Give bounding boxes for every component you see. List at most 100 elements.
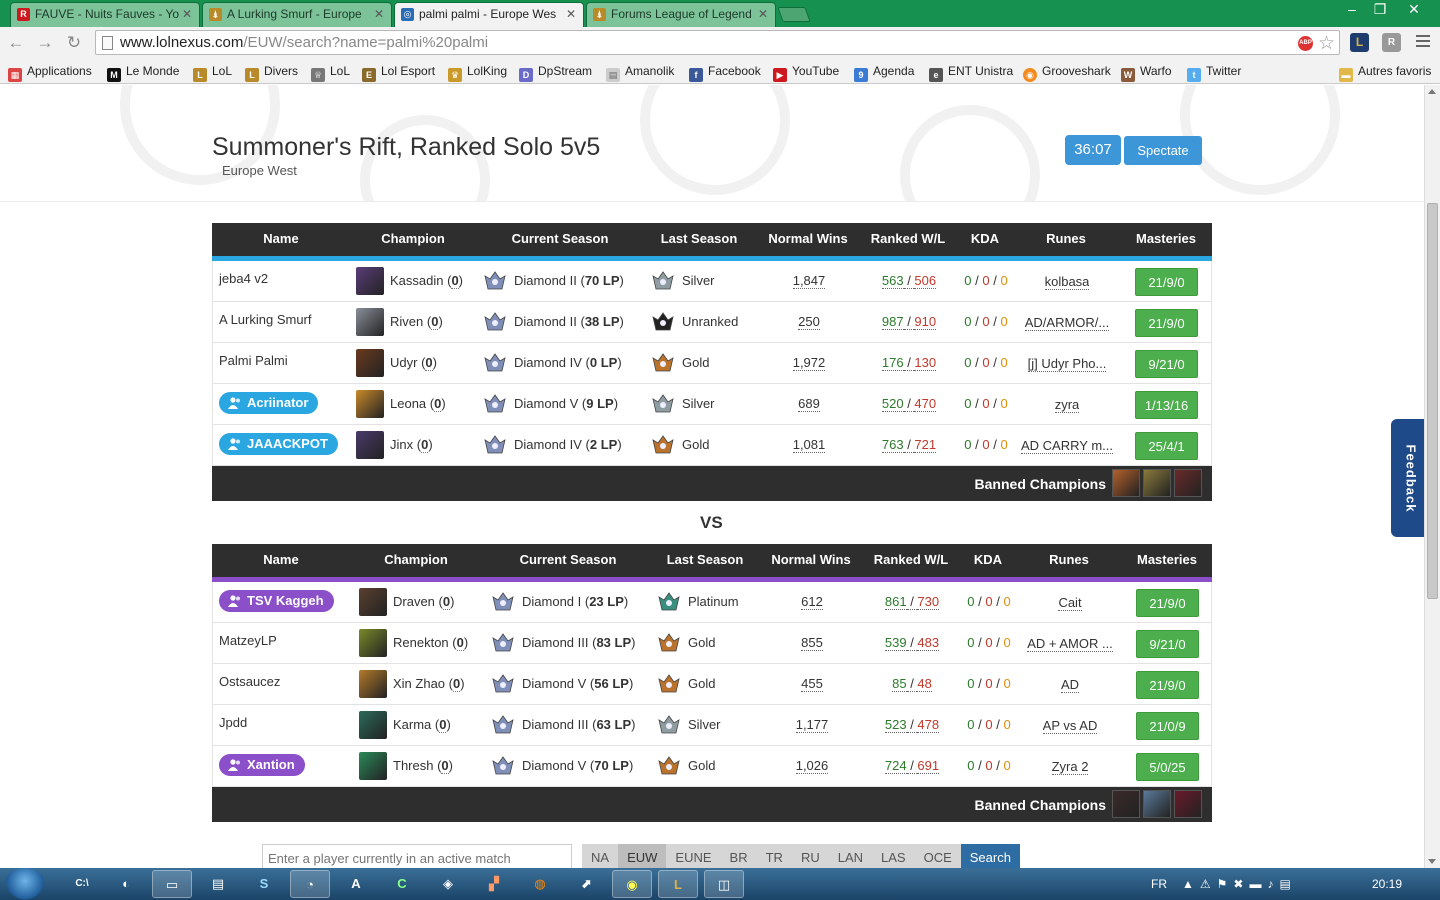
- player-name-badge[interactable]: Acriinator: [219, 392, 319, 414]
- rune-page-name[interactable]: Cait: [1058, 595, 1082, 611]
- bookmark-lolking[interactable]: ♛ LolKing: [448, 62, 507, 82]
- rune-page-name[interactable]: AD/ARMOR/...: [1024, 315, 1110, 331]
- champion-name[interactable]: Kassadin (0): [390, 261, 463, 301]
- region-button-euw[interactable]: EUW: [618, 844, 667, 868]
- paint-icon[interactable]: ▞: [474, 870, 514, 898]
- masteries-button[interactable]: 21/9/0: [1136, 671, 1199, 699]
- player-name-badge[interactable]: TSV Kaggeh: [219, 590, 334, 612]
- app-window-icon[interactable]: ◫: [704, 870, 744, 898]
- masteries-button[interactable]: 21/0/9: [1136, 712, 1199, 740]
- rune-page-name[interactable]: AP vs AD: [1042, 718, 1098, 734]
- ranked-wl[interactable]: 539 / 483: [862, 623, 962, 663]
- region-button-lan[interactable]: LAN: [828, 844, 873, 868]
- player-name[interactable]: MatzeyLP: [219, 623, 277, 659]
- rune-page-name[interactable]: AD CARRY m...: [1021, 438, 1113, 454]
- browser-tab-2[interactable]: ⍋ A Lurking Smurf - Europe ✕: [202, 2, 392, 27]
- normal-wins-value[interactable]: 689: [798, 396, 820, 412]
- rune-page-name[interactable]: zyra: [1054, 397, 1080, 413]
- champion-games[interactable]: 0: [425, 355, 433, 371]
- browser-tab-1[interactable]: R FAUVE - Nuits Fauves - Yo ✕: [10, 2, 200, 27]
- player-name[interactable]: A Lurking Smurf: [219, 302, 312, 338]
- region-button-na[interactable]: NA: [582, 844, 619, 868]
- ranked-wl[interactable]: 85 / 48: [862, 664, 962, 704]
- champion-name[interactable]: Xin Zhao (0): [393, 664, 465, 704]
- masteries-button[interactable]: 9/21/0: [1135, 350, 1198, 378]
- column-header-current-season[interactable]: Current Season: [495, 223, 625, 255]
- normal-wins-value[interactable]: 1,972: [792, 355, 826, 371]
- back-arrow-icon[interactable]: ←: [6, 33, 26, 53]
- language-indicator[interactable]: FR: [1151, 868, 1167, 900]
- masteries-button[interactable]: 9/21/0: [1136, 630, 1199, 658]
- player-name[interactable]: TSV Kaggeh: [247, 593, 324, 608]
- ranked-wl[interactable]: 987 / 910: [859, 302, 959, 342]
- champion-name[interactable]: Udyr (0): [390, 343, 437, 383]
- new-tab-button[interactable]: [777, 7, 811, 22]
- maximize-icon[interactable]: ❐: [1366, 0, 1394, 20]
- network-icon[interactable]: ◐: [106, 870, 146, 898]
- skype-icon[interactable]: S: [244, 870, 284, 898]
- champion-games[interactable]: 0: [451, 273, 459, 289]
- game-icon[interactable]: A: [336, 870, 376, 898]
- browser-tab-4[interactable]: ⍋ Forums League of Legend ✕: [586, 2, 776, 27]
- column-header-normal-wins[interactable]: Normal Wins: [761, 544, 861, 576]
- tab-close-icon[interactable]: ✕: [374, 3, 384, 25]
- column-header-ranked-w-l[interactable]: Ranked W/L: [858, 223, 958, 255]
- bookmark-youtube[interactable]: ▶ YouTube: [773, 62, 839, 82]
- feedback-tab[interactable]: Feedback: [1391, 419, 1424, 537]
- bookmark-star-icon[interactable]: ☆: [1318, 32, 1335, 55]
- cmd-icon[interactable]: C:\: [62, 870, 102, 898]
- bookmark-warfo[interactable]: W Warfo: [1121, 62, 1172, 82]
- url-text[interactable]: www.lolnexus.com/EUW/search?name=palmi%2…: [120, 31, 488, 54]
- champion-name[interactable]: Karma (0): [393, 705, 451, 745]
- champion-games[interactable]: 0: [441, 758, 449, 774]
- rune-page-name[interactable]: [j] Udyr Pho...: [1027, 356, 1107, 372]
- reload-icon[interactable]: ↻: [64, 33, 84, 53]
- rune-page-name[interactable]: AD + AMOR ...: [1027, 636, 1113, 652]
- champion-name[interactable]: Leona (0): [390, 384, 446, 424]
- column-header-kda[interactable]: KDA: [955, 223, 1015, 255]
- column-header-masteries[interactable]: Masteries: [1127, 544, 1207, 576]
- masteries-button[interactable]: 1/13/16: [1135, 391, 1198, 419]
- column-header-name[interactable]: Name: [221, 544, 341, 576]
- masteries-button[interactable]: 25/4/1: [1135, 432, 1198, 460]
- region-button-ru[interactable]: RU: [791, 844, 829, 868]
- champion-name[interactable]: Jinx (0): [390, 425, 433, 465]
- column-header-last-season[interactable]: Last Season: [644, 223, 754, 255]
- column-header-runes[interactable]: Runes: [1021, 223, 1111, 255]
- rune-page-name[interactable]: AD: [1060, 677, 1080, 693]
- region-button-oce[interactable]: OCE: [914, 844, 961, 868]
- player-name[interactable]: JAAACKPOT: [247, 436, 328, 451]
- scroll-down-arrow-icon[interactable]: [1428, 859, 1436, 864]
- normal-wins-value[interactable]: 250: [798, 314, 820, 330]
- champion-name[interactable]: Renekton (0): [393, 623, 468, 663]
- player-name-badge[interactable]: Xantion: [219, 754, 305, 776]
- cube-icon[interactable]: ◈: [428, 870, 468, 898]
- scroll-up-arrow-icon[interactable]: [1428, 89, 1436, 94]
- bookmark-facebook[interactable]: f Facebook: [689, 62, 761, 82]
- app-arrow-icon[interactable]: ⬈: [566, 870, 606, 898]
- ranked-wl[interactable]: 520 / 470: [859, 384, 959, 424]
- region-button-eune[interactable]: EUNE: [666, 844, 721, 868]
- search-button[interactable]: Search: [960, 844, 1020, 868]
- browser-tab-3[interactable]: ◎ palmi palmi - Europe Wes ✕: [394, 2, 584, 27]
- bookmark-grooveshark[interactable]: ◉ Grooveshark: [1023, 62, 1111, 82]
- normal-wins-value[interactable]: 455: [801, 676, 823, 692]
- chrome-icon[interactable]: ◉: [612, 870, 652, 898]
- page-scrollbar[interactable]: [1424, 85, 1440, 868]
- notepad-icon[interactable]: ▤: [198, 870, 238, 898]
- ranked-wl[interactable]: 724 / 691: [862, 746, 962, 786]
- player-name[interactable]: Jpdd: [219, 705, 247, 741]
- menu-icon[interactable]: [1416, 35, 1430, 50]
- champion-name[interactable]: Draven (0): [393, 582, 454, 622]
- masteries-button[interactable]: 21/9/0: [1135, 309, 1198, 337]
- player-name-badge[interactable]: JAAACKPOT: [219, 433, 338, 455]
- window-close-icon[interactable]: ✕: [1394, 0, 1434, 20]
- app-icon[interactable]: C: [382, 870, 422, 898]
- column-header-ranked-w-l[interactable]: Ranked W/L: [861, 544, 961, 576]
- region-button-br[interactable]: BR: [720, 844, 757, 868]
- clock[interactable]: 20:19: [1372, 868, 1402, 900]
- steam-icon[interactable]: ◔: [290, 870, 330, 898]
- player-name[interactable]: jeba4 v2: [219, 261, 268, 297]
- masteries-button[interactable]: 21/9/0: [1135, 268, 1198, 296]
- scrollbar-thumb[interactable]: [1427, 203, 1438, 599]
